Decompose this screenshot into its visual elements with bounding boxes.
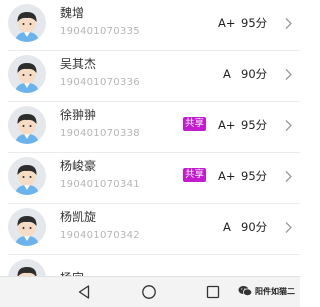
avatar	[8, 55, 46, 93]
watermark: 阳件如猫二	[238, 284, 295, 298]
student-row[interactable]: 魏增 190401070335 A+ 95分	[0, 0, 300, 51]
chevron-right-icon	[285, 18, 292, 29]
grade-label: A+	[218, 169, 236, 183]
chevron-right-icon	[285, 171, 292, 182]
back-triangle-icon[interactable]	[76, 284, 92, 300]
boy-avatar-icon	[15, 165, 39, 195]
chevron-right-icon	[285, 222, 292, 233]
student-row[interactable]: 吴其杰 190401070336 A 90分	[0, 51, 300, 102]
student-row[interactable]: 徐翀翀 190401070338 共享 A+ 95分	[0, 102, 300, 153]
wechat-icon	[238, 286, 252, 297]
student-name: 吴其杰	[60, 57, 97, 71]
grade-label: A+	[218, 118, 236, 132]
student-row[interactable]: 杨峻豪 190401070341 共享 A+ 95分	[0, 153, 300, 204]
student-id: 190401070342	[60, 230, 140, 241]
boy-avatar-icon	[15, 63, 39, 93]
student-row[interactable]: 杨凯旋 190401070342 A 90分	[0, 204, 300, 255]
avatar	[8, 157, 46, 195]
score-value: 95分	[241, 16, 268, 30]
home-circle-icon[interactable]	[141, 284, 157, 300]
student-id: 190401070338	[60, 128, 140, 139]
student-name: 杨凯旋	[60, 210, 97, 224]
student-name: 杨峻豪	[60, 159, 97, 173]
grade-label: A	[223, 220, 231, 234]
student-id: 190401070341	[60, 179, 140, 190]
student-id: 190401070336	[60, 77, 140, 88]
shared-badge: 共享	[183, 168, 207, 182]
avatar	[8, 106, 46, 144]
boy-avatar-icon	[15, 12, 39, 42]
score-value: 95分	[241, 118, 268, 132]
score-value: 90分	[241, 67, 268, 81]
boy-avatar-icon	[15, 216, 39, 246]
chevron-right-icon	[285, 120, 292, 131]
recent-square-icon[interactable]	[205, 284, 221, 300]
boy-avatar-icon	[15, 114, 39, 144]
avatar	[8, 208, 46, 246]
score-value: 90分	[241, 220, 268, 234]
score-value: 95分	[241, 169, 268, 183]
shared-badge: 共享	[183, 117, 207, 131]
grade-label: A	[223, 67, 231, 81]
student-id: 190401070335	[60, 26, 140, 37]
student-name: 徐翀翀	[60, 108, 97, 122]
student-score-list: 魏增 190401070335 A+ 95分 吴其杰 190401070336 …	[0, 0, 300, 307]
grade-label: A+	[218, 16, 236, 30]
watermark-text: 阳件如猫二	[255, 286, 295, 296]
avatar	[8, 4, 46, 42]
student-name: 魏增	[60, 6, 85, 20]
chevron-right-icon	[285, 69, 292, 80]
